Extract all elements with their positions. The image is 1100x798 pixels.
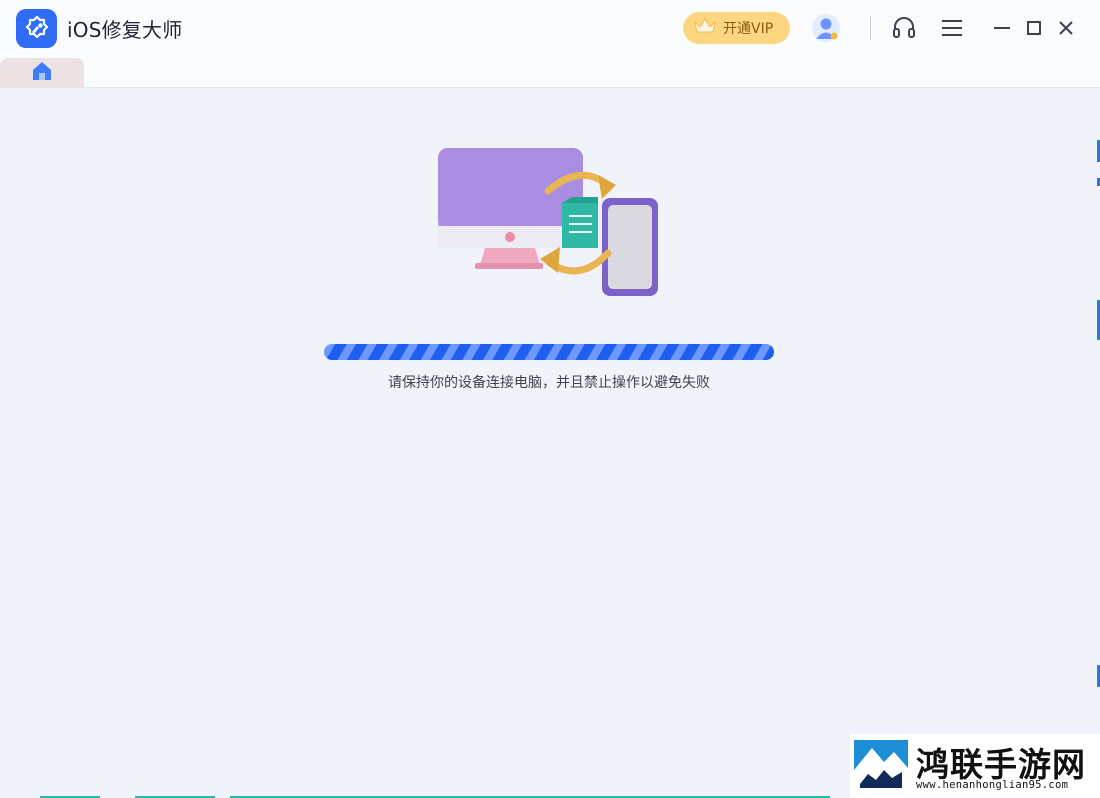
title-bar: iOS修复大师 开通VIP	[0, 0, 1100, 58]
user-avatar-icon[interactable]	[811, 13, 841, 43]
watermark: 鸿联手游网 www.henanhonglian95.com	[850, 734, 1100, 798]
menu-icon[interactable]	[938, 14, 966, 42]
headset-icon[interactable]	[890, 14, 918, 42]
maximize-icon[interactable]	[1020, 14, 1048, 42]
minimize-icon[interactable]	[988, 14, 1016, 42]
vip-label: 开通VIP	[723, 21, 774, 37]
crown-icon	[693, 17, 717, 39]
watermark-logo-icon	[854, 740, 908, 792]
tab-home[interactable]	[0, 58, 84, 88]
device-connection-illustration	[430, 143, 670, 303]
status-text: 请保持你的设备连接电脑，并且禁止操作以避免失败	[388, 375, 710, 391]
app-logo-icon	[16, 9, 57, 48]
tab-bar	[0, 58, 1100, 88]
watermark-url: www.henanhonglian95.com	[916, 779, 1069, 791]
header-divider	[870, 16, 871, 40]
progress-bar	[324, 344, 774, 360]
close-icon[interactable]	[1052, 14, 1080, 42]
vip-button[interactable]: 开通VIP	[683, 12, 790, 44]
app-title: iOS修复大师	[67, 18, 183, 42]
main-content: 请保持你的设备连接电脑，并且禁止操作以避免失败	[0, 88, 1100, 798]
home-icon	[31, 61, 53, 85]
